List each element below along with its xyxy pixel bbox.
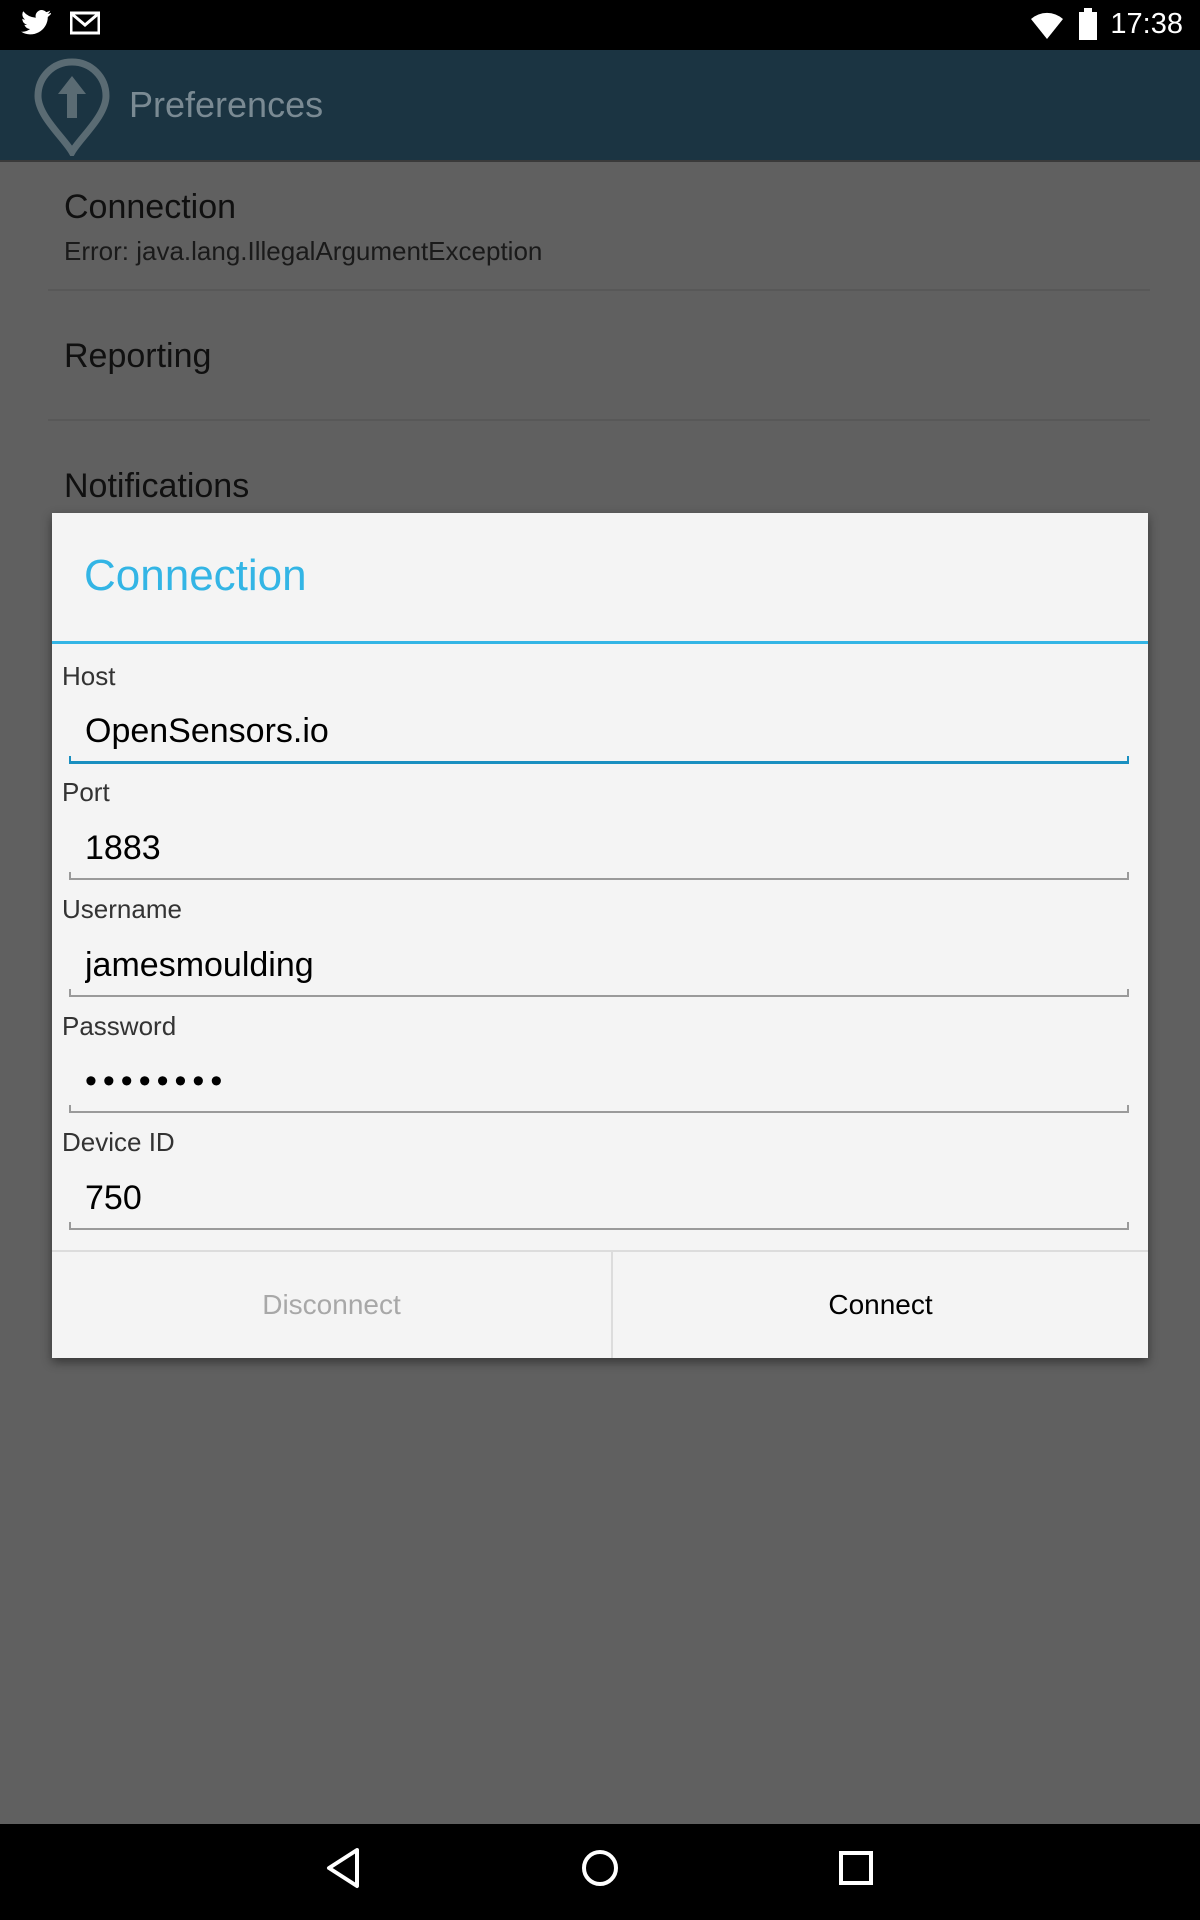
pref-item-title: Notifications [64, 467, 250, 505]
navigation-bar [0, 1824, 1200, 1920]
host-input[interactable] [69, 699, 1129, 763]
battery-icon [1078, 8, 1098, 45]
pref-item-summary: Error: java.lang.IllegalArgumentExceptio… [64, 236, 543, 266]
connection-dialog: Connection Host Port Username Password D… [52, 513, 1148, 1358]
device-id-input[interactable] [69, 1166, 1129, 1230]
disconnect-button[interactable]: Disconnect [52, 1252, 611, 1358]
pref-item-title: Connection [64, 188, 237, 226]
username-input-underline [69, 989, 1129, 997]
password-input[interactable] [69, 1049, 1129, 1113]
connect-button[interactable]: Connect [613, 1252, 1148, 1358]
home-icon[interactable] [580, 1846, 620, 1895]
username-input[interactable] [69, 933, 1129, 997]
port-input-underline [69, 872, 1129, 880]
twitter-icon [20, 9, 52, 42]
device-id-label: Device ID [62, 1127, 175, 1157]
wifi-icon [1030, 10, 1064, 45]
port-input[interactable] [69, 816, 1129, 880]
port-label: Port [62, 777, 110, 807]
pref-item-title: Reporting [64, 337, 212, 375]
dialog-title: Connection [84, 551, 307, 600]
status-bar: 17:38 [0, 0, 1200, 50]
location-pin-arrow-icon[interactable] [34, 58, 110, 161]
recents-icon[interactable] [836, 1846, 876, 1895]
gmail-icon [69, 9, 101, 42]
pref-item-reporting[interactable]: Reporting [0, 291, 1200, 419]
pref-item-connection[interactable]: Connection Error: java.lang.IllegalArgum… [0, 162, 1200, 290]
device-id-input-underline [69, 1222, 1129, 1230]
password-label: Password [62, 1011, 177, 1041]
status-time: 17:38 [1110, 8, 1183, 40]
action-bar: Preferences [0, 50, 1200, 160]
host-label: Host [62, 661, 116, 691]
host-input-underline [69, 756, 1129, 764]
page-title: Preferences [129, 84, 324, 125]
back-icon[interactable] [323, 1846, 363, 1895]
username-label: Username [62, 894, 182, 924]
password-input-underline [69, 1105, 1129, 1113]
dialog-title-divider [52, 641, 1148, 644]
